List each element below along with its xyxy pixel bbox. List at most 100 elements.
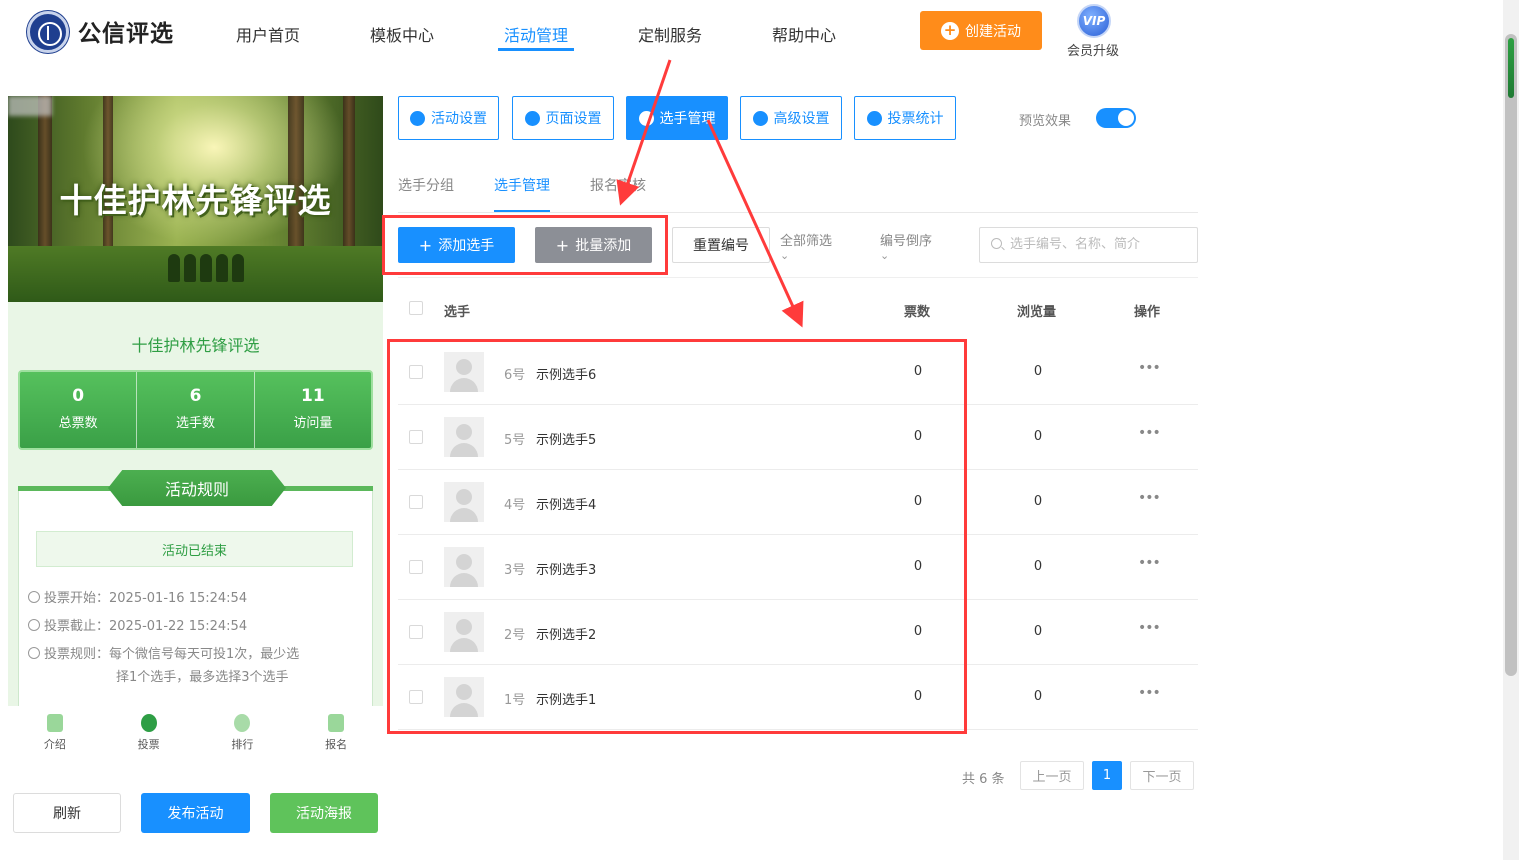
page-1-button[interactable]: 1 (1092, 761, 1122, 790)
vip-badge-icon[interactable]: VIP (1077, 4, 1111, 38)
medal-icon (234, 714, 251, 732)
subtab-signup-review[interactable]: 报名审核 (590, 175, 646, 195)
filter-all-label: 全部筛选 (780, 234, 833, 249)
info-icon (28, 647, 40, 659)
tab-intro-label: 介绍 (43, 738, 66, 751)
tab-intro[interactable]: 介绍 (8, 706, 102, 760)
page-settings-button[interactable]: 页面设置 (512, 96, 614, 140)
select-all-checkbox[interactable] (409, 301, 423, 315)
vote-start-line: 投票开始：2025-01-16 15:24:54 (28, 587, 358, 610)
member-upgrade-link[interactable]: 会员升级 (1067, 40, 1119, 59)
player-views: 0 (1033, 689, 1043, 704)
star-icon (410, 110, 425, 126)
sort-desc-dropdown[interactable]: 编号倒序 ⌄ (880, 230, 932, 263)
publish-activity-button[interactable]: 发布活动 (141, 793, 250, 833)
col-header-votes: 票数 (904, 305, 931, 320)
more-actions-icon[interactable]: ••• (1138, 360, 1161, 376)
next-page-button[interactable]: 下一页 (1130, 761, 1194, 790)
blurred-corner (8, 96, 52, 116)
more-actions-icon[interactable]: ••• (1138, 620, 1161, 636)
activity-poster-button[interactable]: 活动海报 (270, 793, 378, 833)
col-header-ops: 操作 (1134, 305, 1161, 320)
stat-value: 11 (300, 386, 325, 406)
player-views: 0 (1033, 559, 1043, 574)
nav-active-indicator (498, 48, 574, 51)
annotation-highlight-box (382, 215, 668, 275)
vote-rule-text-cont: 择1个选手，最多选择3个选手 (116, 670, 289, 685)
subtab-divider (398, 212, 1198, 213)
tab-vote-label: 投票 (137, 738, 160, 751)
plus-circle-icon: + (941, 21, 959, 40)
create-activity-button[interactable]: + 创建活动 (920, 11, 1042, 50)
edit-icon (328, 714, 345, 732)
vote-end-label: 投票截止： (44, 619, 110, 634)
player-views: 0 (1033, 494, 1043, 509)
col-header-views: 浏览量 (1017, 305, 1057, 320)
tab-rank-label: 排行 (231, 738, 254, 751)
stat-total-votes: 0 总票数 (20, 372, 138, 448)
filter-divider (398, 277, 1198, 278)
tab-signup[interactable]: 报名 (289, 706, 383, 760)
preview-tabbar: 介绍 投票 排行 报名 (8, 706, 383, 760)
clock-icon (28, 619, 40, 631)
preview-effect-toggle[interactable] (1096, 108, 1136, 128)
advanced-settings-label: 高级设置 (773, 111, 830, 127)
more-actions-icon[interactable]: ••• (1138, 425, 1161, 441)
tab-vote[interactable]: 投票 (102, 706, 196, 760)
person-silhouette (232, 254, 244, 282)
search-icon (991, 238, 1002, 249)
vote-rule-line: 投票规则：每个微信号每天可投1次，最少选 (28, 643, 358, 666)
mobile-preview: 十佳护林先锋评选 十佳护林先锋评选 0 总票数 6 选手数 11 访问量 活动规… (8, 96, 383, 706)
col-header-player: 选手 (444, 305, 471, 320)
player-search-input[interactable]: 选手编号、名称、简介 (979, 227, 1198, 263)
nav-custom-service[interactable]: 定制服务 (638, 22, 702, 46)
stat-label: 访问量 (293, 416, 333, 431)
tab-rank[interactable]: 排行 (196, 706, 290, 760)
more-actions-icon[interactable]: ••• (1138, 490, 1161, 506)
top-header: 公信评选 用户首页 模板中心 活动管理 定制服务 帮助中心 + 创建活动 VIP… (0, 0, 1503, 66)
vote-end-line: 投票截止：2025-01-22 15:24:54 (28, 615, 358, 638)
more-actions-icon[interactable]: ••• (1138, 555, 1161, 571)
refresh-button[interactable]: 刷新 (13, 793, 121, 833)
vote-statistics-button[interactable]: 投票统计 (854, 96, 956, 140)
nav-help-center[interactable]: 帮助中心 (772, 22, 836, 46)
stat-label: 选手数 (175, 416, 215, 431)
stat-value: 6 (189, 386, 202, 406)
vote-start-label: 投票开始： (44, 591, 110, 606)
pagination-total: 共 6 条 (962, 772, 1005, 787)
advanced-settings-button[interactable]: 高级设置 (740, 96, 842, 140)
nav-template-center[interactable]: 模板中心 (370, 22, 434, 46)
nav-activity-management[interactable]: 活动管理 (504, 22, 568, 46)
vote-statistics-label: 投票统计 (887, 111, 944, 127)
subtab-active-indicator (494, 210, 550, 212)
prev-page-button[interactable]: 上一页 (1020, 761, 1084, 790)
person-silhouette (216, 254, 228, 282)
banner-title: 十佳护林先锋评选 (59, 181, 332, 220)
clock-icon (28, 591, 40, 603)
page-settings-label: 页面设置 (545, 111, 602, 127)
page-scrollbar-thumb[interactable] (1505, 34, 1517, 676)
chevron-down-icon: ⌄ (880, 249, 890, 262)
person-silhouette (200, 254, 212, 282)
preview-effect-label: 预览效果 (1019, 114, 1072, 129)
brand-logo-icon[interactable] (27, 11, 69, 53)
filter-all-dropdown[interactable]: 全部筛选 ⌄ (780, 230, 832, 263)
vote-rule-label: 投票规则： (44, 647, 110, 662)
stat-player-count: 6 选手数 (137, 372, 255, 448)
nav-user-home[interactable]: 用户首页 (236, 22, 300, 46)
player-views: 0 (1033, 624, 1043, 639)
brand-name[interactable]: 公信评选 (78, 14, 174, 48)
reset-numbers-button[interactable]: 重置编号 (672, 227, 770, 263)
subtab-player-management[interactable]: 选手管理 (494, 175, 550, 195)
player-management-label: 选手管理 (659, 111, 716, 127)
chevron-down-icon: ⌄ (780, 249, 790, 262)
stat-label: 总票数 (58, 416, 98, 431)
tab-signup-label: 报名 (325, 738, 348, 751)
subtab-player-groups[interactable]: 选手分组 (398, 175, 454, 195)
annotation-arrow (706, 119, 804, 328)
player-management-button[interactable]: 选手管理 (626, 96, 728, 140)
annotation-highlight-box (387, 339, 967, 734)
activity-settings-button[interactable]: 活动设置 (398, 96, 499, 140)
more-actions-icon[interactable]: ••• (1138, 685, 1161, 701)
player-views: 0 (1033, 429, 1043, 444)
